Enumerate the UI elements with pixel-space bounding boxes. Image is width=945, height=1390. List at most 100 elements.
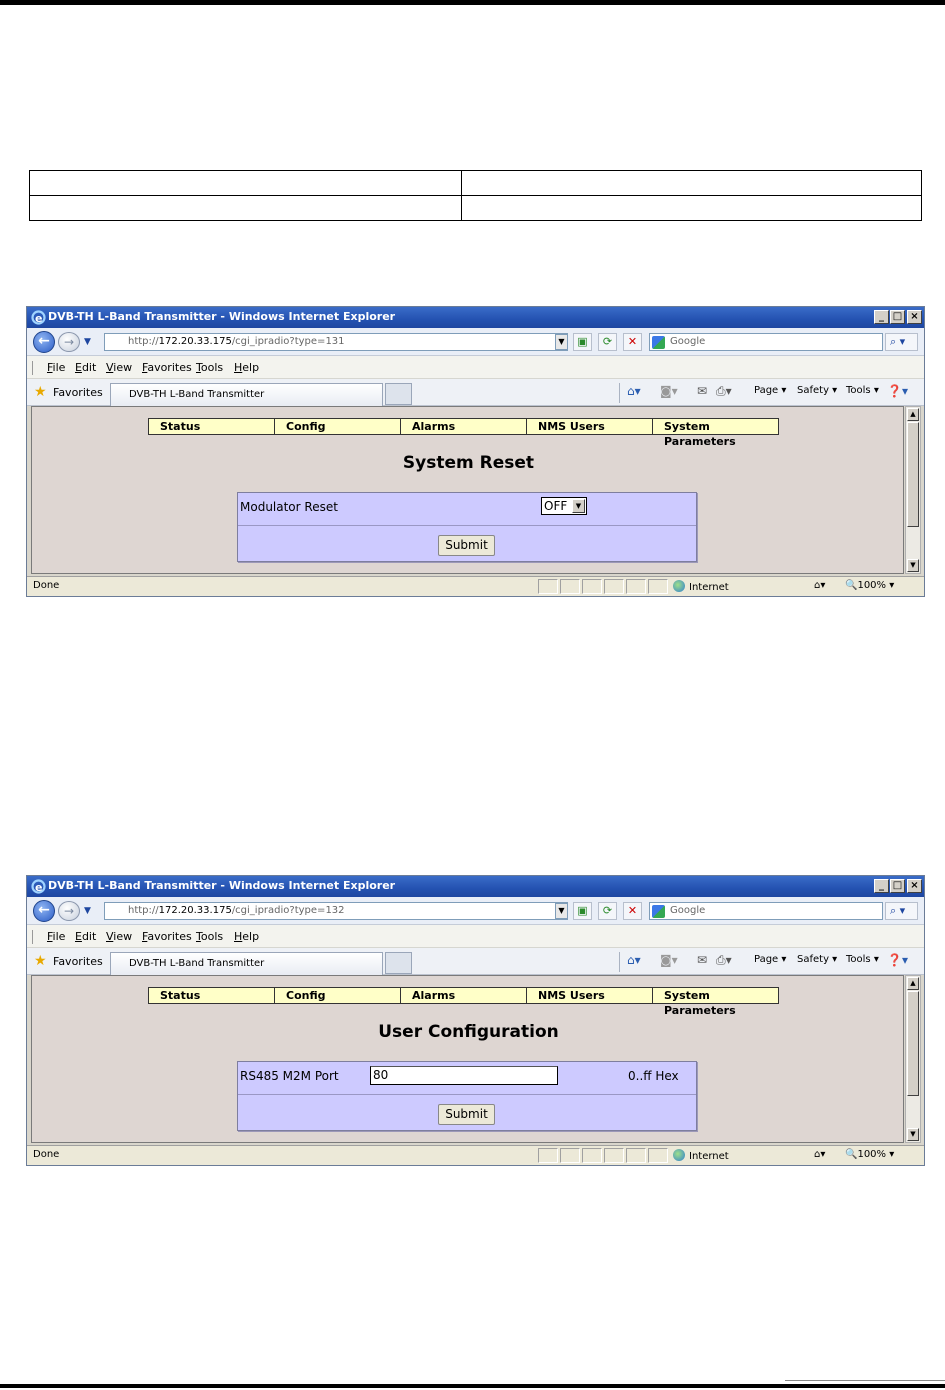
menu-file[interactable]: File bbox=[47, 361, 65, 374]
menu-favorites[interactable]: Favorites bbox=[142, 361, 192, 374]
protected-mode-icon[interactable]: ⌂▾ bbox=[814, 1149, 825, 1160]
tools-menu[interactable]: Tools ▾ bbox=[846, 385, 879, 396]
vertical-scrollbar[interactable]: ▲ ▼ bbox=[905, 406, 921, 574]
security-zone[interactable]: Internet bbox=[673, 580, 729, 593]
search-button[interactable]: ⌕ ▾ bbox=[885, 333, 918, 351]
browser-tab[interactable]: DVB-TH L-Band Transmitter bbox=[110, 383, 383, 406]
favorites-label[interactable]: Favorites bbox=[53, 386, 103, 399]
protected-mode-icon[interactable]: ⌂▾ bbox=[814, 580, 825, 591]
menu-edit[interactable]: Edit bbox=[75, 361, 96, 374]
select-value: OFF bbox=[544, 499, 568, 513]
menu-help[interactable]: Help bbox=[234, 930, 259, 943]
status-cell bbox=[582, 1148, 602, 1163]
home-icon[interactable]: ⌂▾ bbox=[627, 953, 641, 967]
favorites-label[interactable]: Favorites bbox=[53, 955, 103, 968]
menu-file[interactable]: File bbox=[47, 930, 65, 943]
history-dropdown-icon[interactable]: ▼ bbox=[84, 906, 91, 916]
globe-icon bbox=[673, 1149, 685, 1161]
search-input[interactable]: Google bbox=[649, 333, 883, 351]
history-dropdown-icon[interactable]: ▼ bbox=[84, 337, 91, 347]
maximize-button[interactable]: □ bbox=[890, 879, 905, 893]
minimize-button[interactable]: _ bbox=[874, 879, 889, 893]
browser-tab[interactable]: DVB-TH L-Band Transmitter bbox=[110, 952, 383, 975]
status-bar: Done Internet ⌂▾ 🔍100% ▾ bbox=[27, 576, 924, 596]
vertical-scrollbar[interactable]: ▲ ▼ bbox=[905, 975, 921, 1143]
nav-status[interactable]: Status bbox=[148, 418, 275, 435]
new-tab-button[interactable] bbox=[385, 952, 412, 974]
print-icon[interactable]: ⎙▾ bbox=[716, 384, 732, 399]
zoom-control[interactable]: 🔍100% ▾ bbox=[845, 580, 894, 591]
page-menu[interactable]: Page ▾ bbox=[754, 385, 786, 396]
submit-button[interactable]: Submit bbox=[438, 1104, 495, 1125]
print-icon[interactable]: ⎙▾ bbox=[716, 953, 732, 968]
zoom-control[interactable]: 🔍100% ▾ bbox=[845, 1149, 894, 1160]
menu-help[interactable]: Help bbox=[234, 361, 259, 374]
favorites-star-icon[interactable]: ★ bbox=[34, 384, 47, 400]
scroll-down-icon[interactable]: ▼ bbox=[907, 1128, 919, 1141]
table-row bbox=[29, 195, 922, 221]
menu-edit[interactable]: Edit bbox=[75, 930, 96, 943]
url-dropdown-icon[interactable]: ▼ bbox=[555, 903, 568, 919]
compatibility-icon[interactable]: ▣ bbox=[573, 902, 592, 920]
page-menu[interactable]: Page ▾ bbox=[754, 954, 786, 965]
nav-system-parameters[interactable]: System Parameters bbox=[652, 418, 779, 448]
menu-tools[interactable]: Tools bbox=[196, 930, 223, 943]
mail-icon[interactable]: ✉ bbox=[697, 953, 707, 967]
help-icon[interactable]: ❓▾ bbox=[887, 384, 908, 398]
minimize-button[interactable]: _ bbox=[874, 310, 889, 324]
refresh-icon[interactable]: ⟳ bbox=[598, 902, 617, 920]
scroll-up-icon[interactable]: ▲ bbox=[907, 408, 919, 421]
nav-nms-users[interactable]: NMS Users bbox=[526, 987, 653, 1004]
nav-system-parameters[interactable]: System Parameters bbox=[652, 987, 779, 1017]
refresh-icon[interactable]: ⟳ bbox=[598, 333, 617, 351]
menu-view[interactable]: View bbox=[106, 930, 132, 943]
scroll-thumb[interactable] bbox=[907, 991, 919, 1096]
url-dropdown-icon[interactable]: ▼ bbox=[555, 334, 568, 350]
chevron-down-icon[interactable]: ▼ bbox=[572, 499, 585, 513]
stop-icon[interactable]: ✕ bbox=[623, 902, 642, 920]
scroll-down-icon[interactable]: ▼ bbox=[907, 559, 919, 572]
nav-status[interactable]: Status bbox=[148, 987, 275, 1004]
nav-alarms[interactable]: Alarms bbox=[400, 987, 527, 1004]
forward-button[interactable]: → bbox=[58, 332, 80, 352]
close-button[interactable]: × bbox=[907, 879, 922, 893]
title-bar[interactable]: e DVB-TH L-Band Transmitter - Windows In… bbox=[27, 307, 924, 328]
safety-menu[interactable]: Safety ▾ bbox=[797, 954, 837, 965]
feeds-icon[interactable]: ◙▾ bbox=[660, 384, 678, 398]
menu-view[interactable]: View bbox=[106, 361, 132, 374]
search-button[interactable]: ⌕ ▾ bbox=[885, 902, 918, 920]
feeds-icon[interactable]: ◙▾ bbox=[660, 953, 678, 967]
modulator-reset-select[interactable]: OFF ▼ bbox=[541, 497, 587, 515]
url-input[interactable]: http://172.20.33.175/cgi_ipradio?type=13… bbox=[104, 333, 568, 351]
nav-nms-users[interactable]: NMS Users bbox=[526, 418, 653, 435]
submit-button[interactable]: Submit bbox=[438, 535, 495, 556]
menu-favorites[interactable]: Favorites bbox=[142, 930, 192, 943]
security-zone[interactable]: Internet bbox=[673, 1149, 729, 1162]
nav-alarms[interactable]: Alarms bbox=[400, 418, 527, 435]
close-button[interactable]: × bbox=[907, 310, 922, 324]
scroll-thumb[interactable] bbox=[907, 422, 919, 527]
nav-config[interactable]: Config bbox=[274, 987, 401, 1004]
compatibility-icon[interactable]: ▣ bbox=[573, 333, 592, 351]
title-bar[interactable]: e DVB-TH L-Band Transmitter - Windows In… bbox=[27, 876, 924, 897]
home-icon[interactable]: ⌂▾ bbox=[627, 384, 641, 398]
favorites-star-icon[interactable]: ★ bbox=[34, 953, 47, 969]
safety-menu[interactable]: Safety ▾ bbox=[797, 385, 837, 396]
rs485-port-input[interactable]: 80 bbox=[370, 1066, 558, 1085]
mail-icon[interactable]: ✉ bbox=[697, 384, 707, 398]
back-button[interactable]: ← bbox=[33, 900, 55, 922]
tools-menu[interactable]: Tools ▾ bbox=[846, 954, 879, 965]
browser-window-system-reset: e DVB-TH L-Band Transmitter - Windows In… bbox=[26, 306, 925, 597]
url-input[interactable]: http://172.20.33.175/cgi_ipradio?type=13… bbox=[104, 902, 568, 920]
nav-config[interactable]: Config bbox=[274, 418, 401, 435]
stop-icon[interactable]: ✕ bbox=[623, 333, 642, 351]
new-tab-button[interactable] bbox=[385, 383, 412, 405]
help-icon[interactable]: ❓▾ bbox=[887, 953, 908, 967]
forward-button[interactable]: → bbox=[58, 901, 80, 921]
maximize-button[interactable]: □ bbox=[890, 310, 905, 324]
safety-menu-label: Safety bbox=[797, 385, 829, 396]
scroll-up-icon[interactable]: ▲ bbox=[907, 977, 919, 990]
search-input[interactable]: Google bbox=[649, 902, 883, 920]
back-button[interactable]: ← bbox=[33, 331, 55, 353]
menu-tools[interactable]: Tools bbox=[196, 361, 223, 374]
